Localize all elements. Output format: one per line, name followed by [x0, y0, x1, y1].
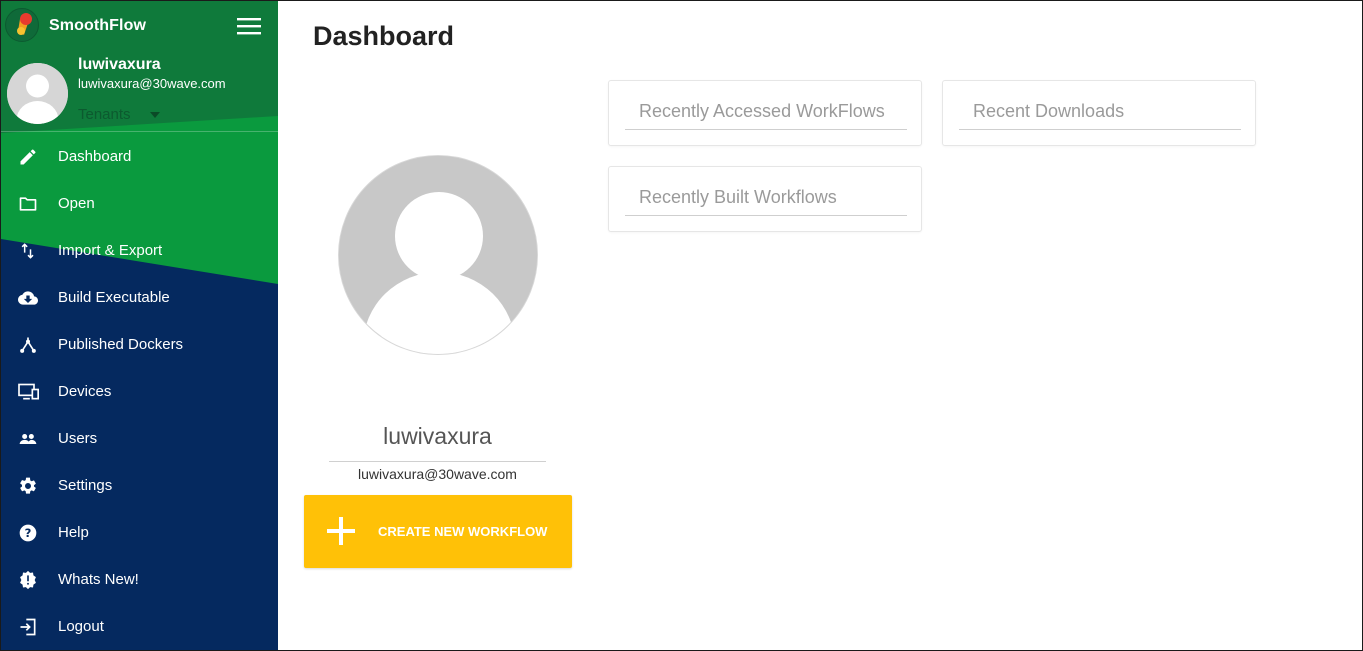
sidebar-item-label: Whats New!: [58, 571, 139, 588]
card-title: Recently Accessed WorkFlows: [639, 101, 885, 121]
sidebar-user-email: luwivaxura@30wave.com: [78, 76, 226, 91]
svg-text:?: ?: [25, 526, 32, 540]
sidebar-item-import-export[interactable]: Import & Export: [1, 227, 278, 274]
page-title: Dashboard: [313, 21, 455, 51]
sidebar-item-label: Settings: [58, 477, 113, 494]
sidebar-item-label: Build Executable: [58, 289, 170, 306]
profile-email: luwivaxura@30wave.com: [358, 466, 517, 482]
sidebar-item-logout[interactable]: Logout: [1, 603, 278, 650]
app-logo: [5, 8, 39, 42]
tenants-dropdown[interactable]: Tenants: [78, 106, 131, 123]
sidebar-item-label: Devices: [58, 383, 112, 400]
sidebar-item-whats-new[interactable]: Whats New!: [1, 556, 278, 603]
new-badge-icon: [18, 570, 38, 590]
create-button-label: CREATE NEW WORKFLOW: [378, 524, 548, 539]
sidebar-user-name: luwivaxura: [78, 56, 161, 73]
sidebar-item-help[interactable]: ? Help: [1, 509, 278, 556]
folder-icon: [18, 194, 38, 214]
users-icon: [18, 429, 38, 449]
card-title: Recent Downloads: [973, 101, 1125, 121]
cloud-download-icon: [18, 288, 38, 308]
brand-header: SmoothFlow: [1, 1, 278, 51]
caret-down-icon[interactable]: [150, 112, 160, 118]
profile-avatar: [338, 155, 538, 355]
sidebar-item-open[interactable]: Open: [1, 180, 278, 227]
sidebar-item-dashboard[interactable]: Dashboard: [1, 133, 278, 180]
card-divider: [625, 129, 907, 130]
gear-icon: [18, 476, 38, 496]
sidebar-item-label: Import & Export: [58, 242, 163, 259]
sidebar-item-label: Published Dockers: [58, 336, 184, 353]
fork-icon: [18, 335, 38, 355]
devices-icon: [18, 382, 39, 402]
app-name: SmoothFlow: [49, 17, 146, 34]
card-recently-built-workflows[interactable]: Recently Built Workflows: [608, 166, 922, 232]
sidebar-item-published-dockers[interactable]: Published Dockers: [1, 321, 278, 368]
profile-name: luwivaxura: [383, 423, 492, 449]
pencil-icon: [18, 147, 38, 167]
menu-toggle-icon[interactable]: [237, 17, 261, 35]
sidebar-item-devices[interactable]: Devices: [1, 368, 278, 415]
plus-icon: [325, 515, 357, 547]
create-new-workflow-button[interactable]: CREATE NEW WORKFLOW: [304, 495, 572, 568]
sidebar-divider: [1, 131, 278, 132]
profile-divider: [329, 461, 546, 462]
sidebar-item-label: Users: [58, 430, 98, 447]
logout-icon: [18, 617, 38, 637]
card-recently-accessed-workflows[interactable]: Recently Accessed WorkFlows: [608, 80, 922, 146]
app-window: SmoothFlow luwivaxura luwivaxura@30wave.…: [0, 0, 1363, 651]
user-avatar[interactable]: [7, 63, 68, 124]
sidebar-item-label: Dashboard: [58, 148, 132, 165]
sidebar-item-users[interactable]: Users: [1, 415, 278, 462]
sidebar-item-label: Help: [58, 524, 89, 541]
card-title: Recently Built Workflows: [639, 187, 837, 207]
sidebar-item-label: Open: [58, 195, 95, 212]
import-export-icon: [18, 241, 38, 261]
sidebar-item-build-executable[interactable]: Build Executable: [1, 274, 278, 321]
sidebar: SmoothFlow luwivaxura luwivaxura@30wave.…: [1, 1, 278, 650]
card-divider: [959, 129, 1241, 130]
main-content: Dashboard luwivaxura luwivaxura@30wave.c…: [278, 1, 1362, 650]
help-icon: ?: [18, 523, 38, 543]
sidebar-item-label: Logout: [58, 618, 104, 635]
card-divider: [625, 215, 907, 216]
sidebar-item-settings[interactable]: Settings: [1, 462, 278, 509]
card-recent-downloads[interactable]: Recent Downloads: [942, 80, 1256, 146]
